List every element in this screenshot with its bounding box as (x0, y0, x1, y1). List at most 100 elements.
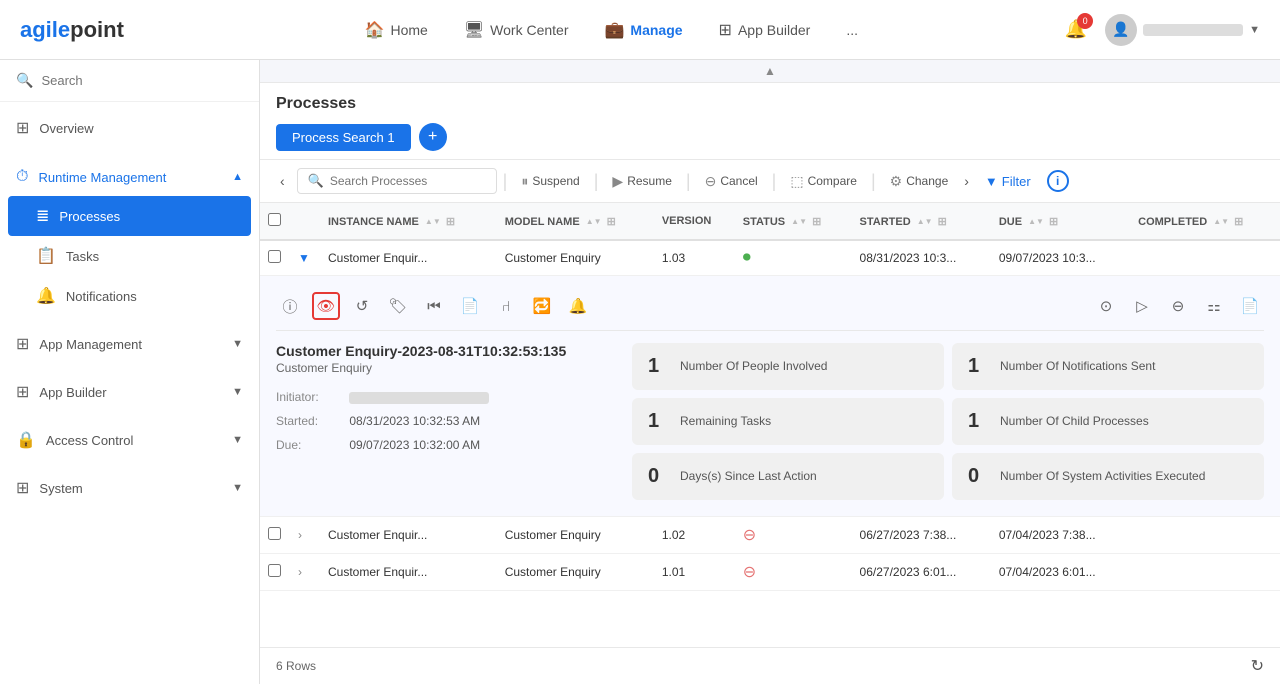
right-cancel-button[interactable]: ⊖ (1164, 292, 1192, 320)
resume-button[interactable]: ▶ Resume (604, 169, 679, 194)
row2-checkbox[interactable] (268, 527, 281, 540)
status-running-icon: ⏺ (743, 249, 751, 266)
detail-tree-button[interactable]: ⑁ (492, 292, 520, 320)
row2-expand-cell[interactable]: › (290, 517, 320, 554)
header-model-name[interactable]: MODEL NAME ▲▼ ⊞ (497, 203, 654, 240)
suspend-label: Suspend (532, 174, 579, 188)
select-all-checkbox[interactable] (268, 213, 281, 226)
nav-manage[interactable]: 💼 Manage (591, 12, 697, 48)
detail-tag-button[interactable]: 🏷 (384, 292, 412, 320)
col-actions-icon6: ⊞ (1234, 215, 1243, 228)
header-completed[interactable]: COMPLETED ▲▼ ⊞ (1130, 203, 1280, 240)
row3-expand-cell[interactable]: › (290, 554, 320, 591)
due-meta-label: Due: (276, 433, 346, 457)
process-detail: Customer Enquiry-2023-08-31T10:32:53:135… (276, 343, 1264, 500)
right-grid-button[interactable]: ⚏ (1200, 292, 1228, 320)
nav-manage-label: Manage (630, 22, 682, 38)
cancel-button[interactable]: ⊖ Cancel (697, 169, 766, 194)
header-started[interactable]: STARTED ▲▼ ⊞ (852, 203, 991, 240)
nav-work-center[interactable]: 🖥 Work Center (450, 12, 583, 48)
collapse-button[interactable]: ▲ (764, 64, 776, 78)
runtime-chevron-icon: ▲ (232, 171, 243, 183)
detail-document-button[interactable]: 📄 (456, 292, 484, 320)
sidebar-item-processes[interactable]: ≣ Processes (8, 196, 251, 236)
sidebar-runtime-header[interactable]: ⏱ Runtime Management ▲ (0, 158, 259, 196)
search-input[interactable] (41, 73, 243, 88)
sidebar-system-header[interactable]: ⊞ System ▼ (0, 468, 259, 508)
process-meta: Initiator: Started: 08/31/2023 10:32:53 … (276, 385, 616, 457)
compare-button[interactable]: ⬚ Compare (782, 169, 865, 194)
user-menu[interactable]: 👤 ▼ (1105, 14, 1260, 46)
sidebar-item-tasks[interactable]: 📋 Tasks (0, 236, 259, 276)
detail-bell-button[interactable]: 🔔 (564, 292, 592, 320)
detail-history-button[interactable]: ⏮ (420, 292, 448, 320)
runtime-icon: ⏱ (16, 168, 28, 186)
content-area: ▲ Processes Process Search 1 + ‹ 🔍 | (260, 60, 1280, 684)
header-due[interactable]: DUE ▲▼ ⊞ (991, 203, 1130, 240)
row1-chevron-icon[interactable]: ▼ (298, 251, 310, 265)
username (1143, 24, 1243, 36)
header-version[interactable]: VERSION (654, 203, 735, 240)
expanded-cell: ⓘ 👁 ↺ 🏷 ⏮ 📄 ⑁ 🔁 🔔 (260, 276, 1280, 517)
header-status[interactable]: STATUS ▲▼ ⊞ (735, 203, 852, 240)
detail-refresh-button[interactable]: ↺ (348, 292, 376, 320)
row3-checkbox-cell (260, 554, 290, 591)
row3-chevron-icon[interactable]: › (298, 565, 302, 579)
filter-button[interactable]: ▼ Filter (977, 170, 1039, 193)
detail-view-button[interactable]: 👁 (312, 292, 340, 320)
row1-model-name: Customer Enquiry (497, 240, 654, 276)
row-count: 6 Rows (276, 659, 316, 673)
sidebar-app-mgmt-section: ⊞ App Management ▼ (0, 320, 259, 368)
row1-checkbox[interactable] (268, 250, 281, 263)
processes-icon: ≣ (36, 206, 49, 226)
sidebar-access-header[interactable]: 🔒 Access Control ▼ (0, 420, 259, 460)
sidebar-runtime-label: Runtime Management (38, 170, 166, 185)
process-search-tab[interactable]: Process Search 1 (276, 124, 411, 151)
detail-loop-button[interactable]: 🔁 (528, 292, 556, 320)
right-info-button[interactable]: ⊙ (1092, 292, 1120, 320)
info-button[interactable]: i (1047, 170, 1069, 192)
back-button[interactable]: ‹ (272, 169, 293, 193)
expanded-content: ⓘ 👁 ↺ 🏷 ⏮ 📄 ⑁ 🔁 🔔 (260, 276, 1280, 516)
stat-days-label: Days(s) Since Last Action (680, 469, 817, 485)
sort-icon6: ▲▼ (1213, 217, 1229, 226)
expand-button[interactable]: › (960, 169, 973, 193)
overview-icon: ⊞ (16, 118, 29, 138)
row3-started: 06/27/2023 6:01... (852, 554, 991, 591)
stat-people-value: 1 (648, 355, 668, 378)
row1-expand-cell[interactable]: ▼ (290, 240, 320, 276)
refresh-button[interactable]: ↻ (1251, 656, 1264, 676)
change-button[interactable]: ⚙ Change (882, 169, 957, 194)
sort-icon: ▲▼ (425, 217, 441, 226)
process-model-name: Customer Enquiry (276, 361, 616, 375)
nav-app-builder[interactable]: ⊞ App Builder (705, 12, 825, 48)
stat-notif-label: Number Of Notifications Sent (1000, 359, 1155, 375)
sidebar-item-notifications[interactable]: 🔔 Notifications (0, 276, 259, 316)
search-processes-input[interactable] (330, 174, 480, 188)
suspend-icon: ⏸ (521, 173, 528, 190)
sidebar-app-builder-header[interactable]: ⊞ App Builder ▼ (0, 372, 259, 412)
process-full-name: Customer Enquiry-2023-08-31T10:32:53:135 (276, 343, 616, 359)
add-tab-button[interactable]: + (419, 123, 447, 151)
started-row: Started: 08/31/2023 10:32:53 AM (276, 409, 616, 433)
action-icons-bar: ⓘ 👁 ↺ 🏷 ⏮ 📄 ⑁ 🔁 🔔 (276, 292, 1264, 331)
col-actions-icon4: ⊞ (938, 215, 947, 228)
nav-more[interactable]: ... (832, 14, 872, 46)
row1-version: 1.03 (654, 240, 735, 276)
system-chevron-icon: ▼ (232, 482, 243, 494)
notification-button[interactable]: 🔔 0 (1059, 13, 1093, 46)
right-play-button[interactable]: ▷ (1128, 292, 1156, 320)
grid-icon: ⊞ (719, 20, 732, 40)
sidebar-item-overview[interactable]: ⊞ Overview (0, 106, 259, 150)
sidebar-app-mgmt-header[interactable]: ⊞ App Management ▼ (0, 324, 259, 364)
row3-checkbox[interactable] (268, 564, 281, 577)
nav-home[interactable]: 🏠 Home (351, 12, 442, 48)
header-instance-name[interactable]: INSTANCE NAME ▲▼ ⊞ (320, 203, 497, 240)
suspend-button[interactable]: ⏸ Suspend (513, 169, 587, 194)
row1-checkbox-cell (260, 240, 290, 276)
logo[interactable]: agilepoint (20, 17, 124, 43)
stat-people-involved: 1 Number Of People Involved (632, 343, 944, 390)
detail-info-button[interactable]: ⓘ (276, 292, 304, 320)
right-doc-button[interactable]: 📄 (1236, 292, 1264, 320)
row2-chevron-icon[interactable]: › (298, 528, 302, 542)
